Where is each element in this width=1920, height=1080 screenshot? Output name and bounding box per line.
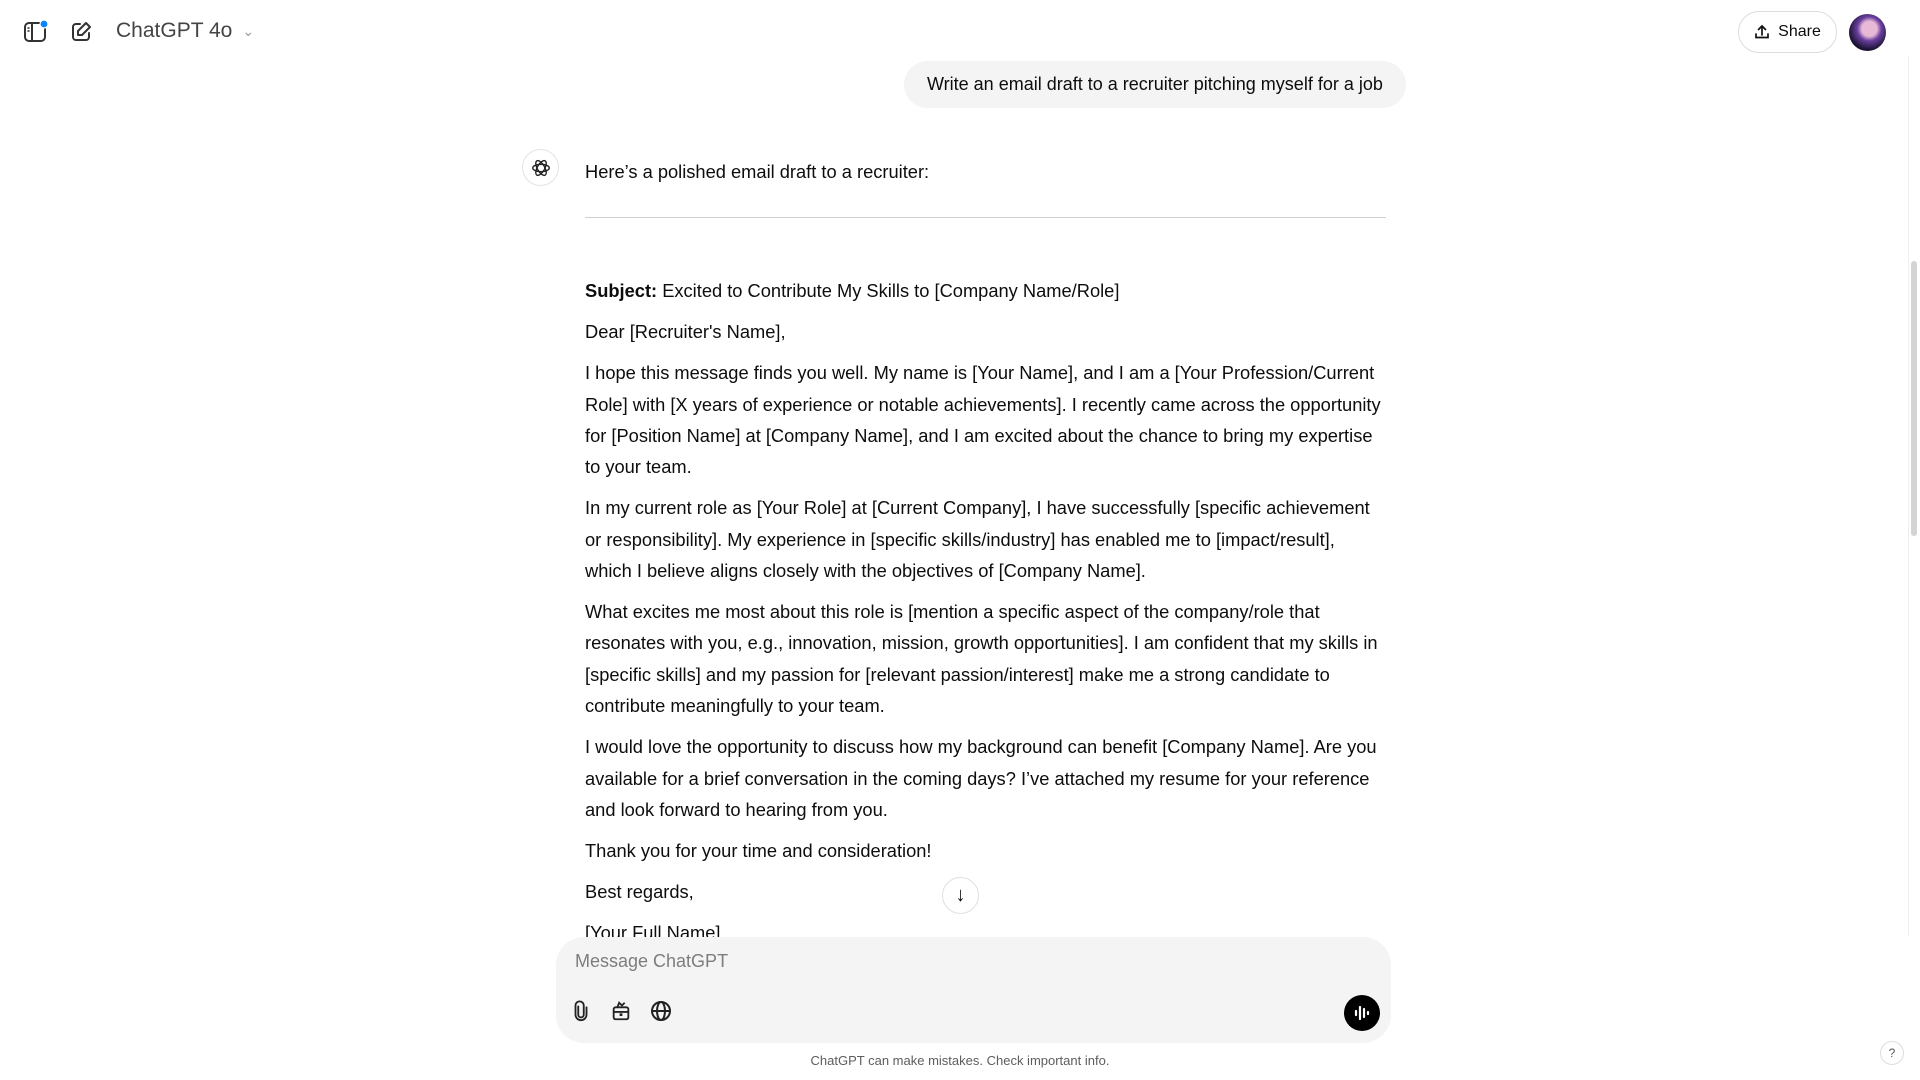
email-paragraph: What excites me most about this role is …: [585, 601, 1378, 717]
web-search-button[interactable]: [647, 997, 675, 1025]
new-chat-icon: [72, 22, 91, 41]
conversation-area: Write an email draft to a recruiter pitc…: [0, 56, 1910, 937]
assistant-message: Here’s a polished email draft to a recru…: [585, 156, 1386, 937]
toolbox-icon: [612, 1001, 630, 1021]
voice-waveform-icon: [1354, 1005, 1370, 1021]
email-paragraph: I would love the opportunity to discuss …: [585, 736, 1377, 820]
help-button[interactable]: ?: [1880, 1041, 1904, 1065]
sidebar-icon: [24, 19, 49, 42]
user-avatar[interactable]: [1849, 14, 1886, 51]
email-greeting: Dear [Recruiter's Name],: [585, 321, 786, 343]
share-icon: [1755, 24, 1769, 39]
subject-label: Subject:: [585, 280, 658, 302]
share-button[interactable]: Share: [1738, 11, 1837, 53]
user-message: Write an email draft to a recruiter pitc…: [904, 61, 1406, 108]
scroll-to-bottom-button[interactable]: ↓: [942, 877, 979, 914]
model-selector[interactable]: ChatGPT 4o ⌄: [116, 19, 254, 43]
voice-mode-button[interactable]: [1344, 995, 1380, 1031]
chevron-down-icon: ⌄: [242, 22, 255, 39]
tools-button[interactable]: [607, 997, 635, 1025]
message-input[interactable]: [575, 951, 1355, 972]
composer: [556, 937, 1391, 1043]
divider: [585, 217, 1386, 219]
email-paragraph: I hope this message finds you well. My n…: [585, 362, 1381, 478]
paperclip-icon: [574, 1000, 588, 1021]
new-chat-button[interactable]: [66, 17, 96, 47]
sidebar-toggle-button[interactable]: [21, 17, 51, 47]
email-subject: Subject: Excited to Contribute My Skills…: [585, 275, 1386, 306]
attach-button[interactable]: [567, 997, 595, 1025]
assistant-intro: Here’s a polished email draft to a recru…: [585, 161, 930, 182]
disclaimer: ChatGPT can make mistakes. Check importa…: [810, 1053, 1110, 1068]
arrow-down-icon: ↓: [955, 884, 966, 906]
globe-icon: [651, 1001, 671, 1021]
email-closing: Thank you for your time and consideratio…: [585, 839, 932, 861]
email-signoff: Best regards,: [585, 880, 694, 902]
email-signature: [Your Full Name]: [585, 921, 721, 937]
email-paragraph: In my current role as [Your Role] at [Cu…: [585, 497, 1370, 582]
share-label: Share: [1778, 23, 1821, 40]
chatgpt-logo-icon: [522, 149, 559, 186]
model-title: ChatGPT 4o: [116, 19, 233, 42]
subject-text: Excited to Contribute My Skills to [Comp…: [657, 280, 1120, 302]
scrollbar-thumb[interactable]: [1911, 261, 1917, 536]
